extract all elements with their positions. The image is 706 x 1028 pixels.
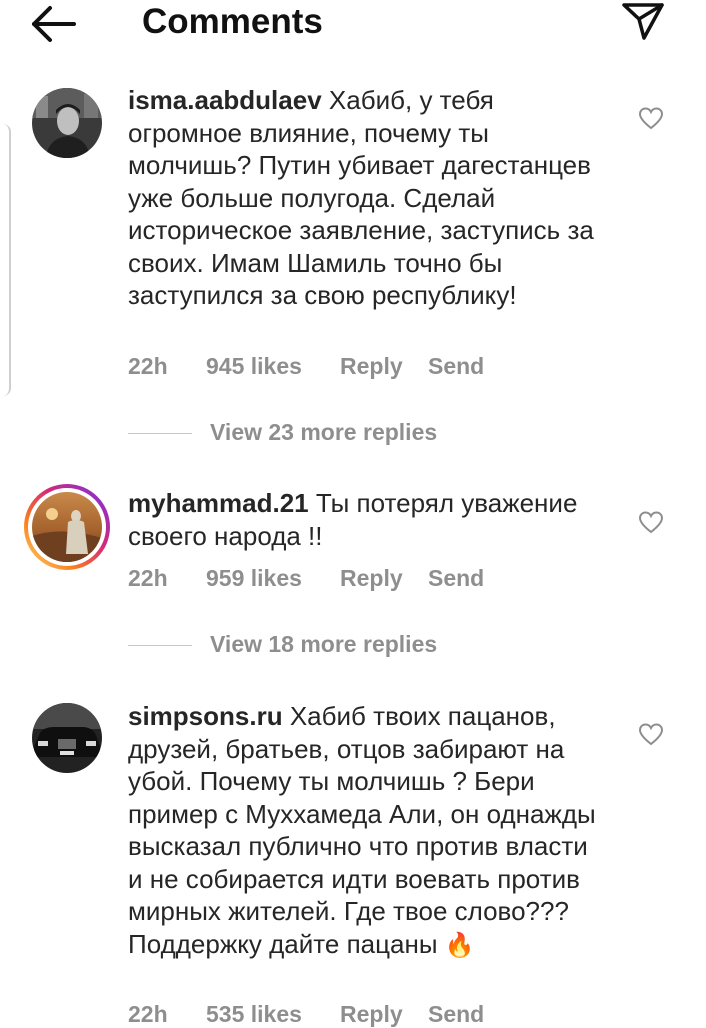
comment-body: simpsons.ru Хабиб твоих пацанов, друзей,… [128,700,608,962]
view-replies[interactable]: View 18 more replies [128,631,528,661]
comment-time: 22h [128,353,168,379]
avatar [32,492,102,562]
comment-username[interactable]: isma.aabdulaev [128,85,322,115]
send-button[interactable]: Send [428,353,484,380]
like-count[interactable]: 945 likes [206,353,302,380]
heart-icon [638,723,664,746]
heart-icon [638,511,664,534]
reply-button[interactable]: Reply [340,565,403,592]
comment-username[interactable]: myhammad.21 [128,488,309,518]
reply-button[interactable]: Reply [340,353,403,380]
comment-text: Хабиб твоих пацанов, друзей, братьев, от… [128,701,596,959]
like-button[interactable] [638,107,664,131]
page-title: Comments [142,2,323,41]
scroll-edge-indicator [0,124,11,396]
avatar[interactable] [32,88,102,158]
comment-body: isma.aabdulaev Хабиб, у тебя огромное вл… [128,84,608,312]
back-button[interactable] [28,4,84,44]
share-button[interactable] [620,0,668,44]
view-replies-label[interactable]: View 23 more replies [210,419,437,446]
user-photo-icon [32,703,102,773]
comment-text: Хабиб, у тебя огромное влияние, почему т… [128,85,594,310]
like-button[interactable] [638,723,664,747]
like-count[interactable]: 959 likes [206,565,302,592]
comments-header: Comments [0,0,706,48]
divider [128,645,192,646]
fire-emoji: 🔥 [444,931,475,959]
comment-time: 22h [128,565,168,591]
user-photo-icon [32,88,102,158]
arrow-left-icon [32,6,76,42]
divider [128,433,192,434]
user-photo-icon [32,492,102,562]
paper-plane-icon [622,3,664,40]
avatar-story-ring[interactable] [24,484,110,570]
comment-username[interactable]: simpsons.ru [128,701,283,731]
view-replies-label[interactable]: View 18 more replies [210,631,437,658]
avatar[interactable] [32,703,102,773]
like-button[interactable] [638,511,664,535]
view-replies[interactable]: View 23 more replies [128,419,528,449]
comment-body: myhammad.21 Ты потерял уважение своего н… [128,487,608,552]
heart-icon [638,107,664,130]
send-button[interactable]: Send [428,565,484,592]
